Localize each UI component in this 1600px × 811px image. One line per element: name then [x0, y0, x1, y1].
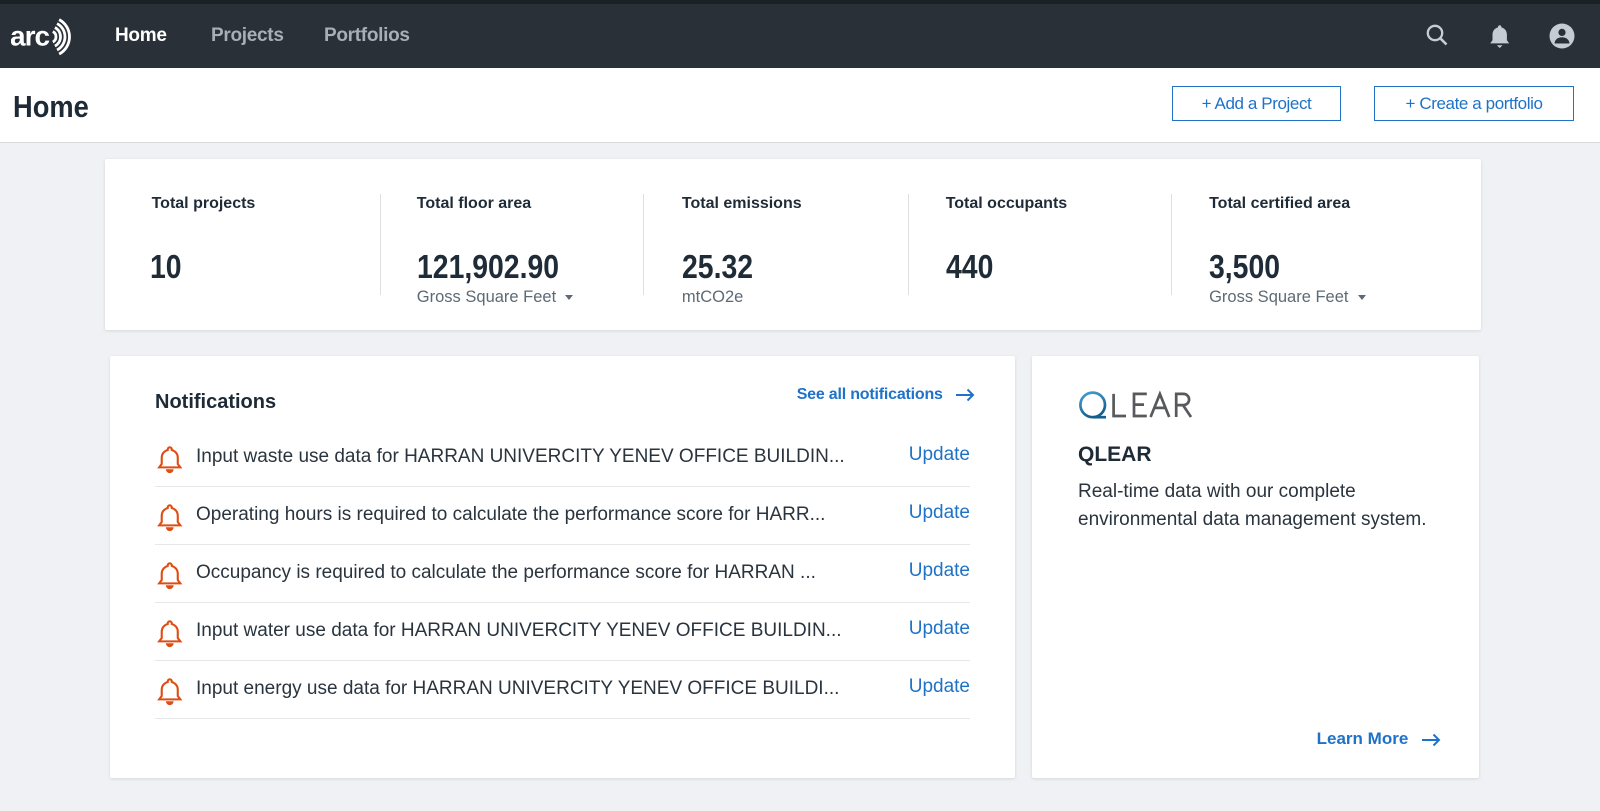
svg-text:arc: arc — [11, 21, 49, 52]
